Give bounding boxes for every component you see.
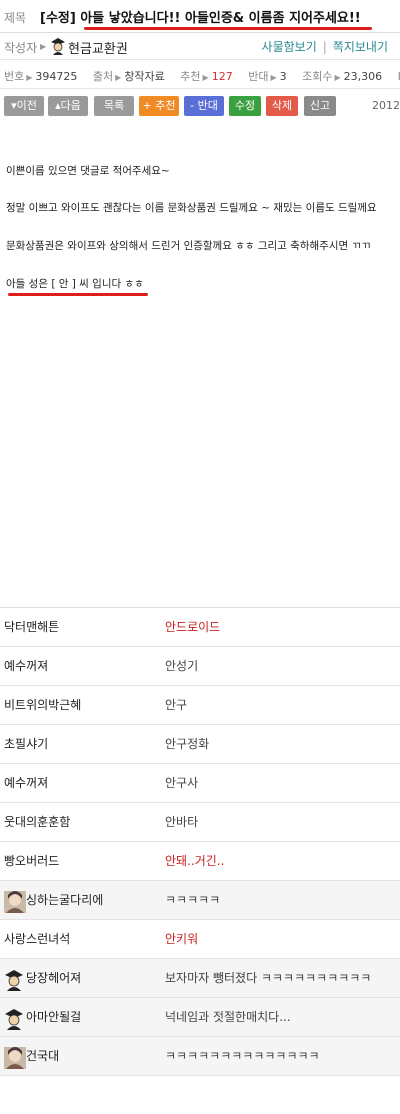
triangle-icon: ▶ [202, 73, 209, 82]
storage-link[interactable]: 사물함보기 [262, 40, 317, 54]
comment-author[interactable]: 비트위의박근혜 [4, 686, 81, 724]
comment-text: ㅋㅋㅋㅋㅋㅋㅋㅋㅋㅋㅋㅋㅋㅋ [165, 1049, 320, 1063]
author-row: 작성자 ▶ 현금교환권 사물함보기 | 쪽지보내기 [0, 33, 400, 60]
comment-author-name: 초필샤기 [4, 737, 49, 751]
comment-text: 안구정화 [165, 737, 210, 751]
comment-text: ㅋㅋㅋㅋㅋ [165, 893, 221, 907]
comment-author[interactable]: 웃대의훈훈함 [4, 803, 70, 841]
comment-row: 아마안될걸 넉네임과 젓절한매치다... [0, 998, 400, 1037]
comment-text: 안드로이드 [165, 620, 221, 634]
comment-text: 보자마자 뺑터졌다 ㅋㅋㅋㅋㅋㅋㅋㅋㅋㅋ [165, 971, 372, 985]
scholar-icon [50, 37, 66, 59]
recommend-label: 추천 [180, 70, 201, 83]
next-button[interactable]: ▴다음 [48, 96, 88, 116]
post-number: 394725 [35, 70, 78, 83]
comment-author-name: 예수꺼져 [4, 776, 49, 790]
recommend-button[interactable]: + 추천 [139, 96, 179, 116]
edit-button[interactable]: 수정 [229, 96, 261, 116]
comment-author[interactable]: 닥터맨해튼 [4, 608, 59, 646]
scholar-icon [4, 1007, 26, 1030]
views-count: 23,306 [343, 70, 383, 83]
comment-author-name: 예수꺼져 [4, 659, 49, 673]
comment-text: 넉네임과 젓절한매치다... [165, 1010, 291, 1024]
comment-author[interactable]: 싱하는굴다리에 [4, 881, 103, 919]
message-link[interactable]: 쪽지보내기 [333, 40, 388, 54]
title-label: 제목 [4, 11, 27, 25]
scholar-icon [4, 968, 26, 991]
number-label: 번호 [4, 70, 25, 83]
action-button-row: ▾이전 ▴다음 목록 + 추천 - 반대 수정 삭제 신고 2012- [0, 96, 400, 120]
link-separator: | [322, 40, 327, 54]
comment-author-name: 싱하는굴다리에 [26, 893, 104, 907]
oppose-button[interactable]: - 반대 [184, 96, 224, 116]
avatar [4, 890, 26, 913]
comment-row: 웃대의훈훈함 안바타 [0, 803, 400, 842]
comment-text: 안구 [165, 698, 188, 712]
triangle-icon: ▶ [270, 73, 277, 82]
triangle-icon: ▶ [40, 42, 47, 51]
comment-row: 초필샤기 안구정화 [0, 725, 400, 764]
comment-author-name: 건국대 [26, 1049, 60, 1063]
emphasis-underline-mark [8, 293, 148, 296]
triangle-icon: ▶ [334, 73, 341, 82]
comment-row: 비트위의박근혜 안구 [0, 686, 400, 725]
comment-text: 안바타 [165, 815, 199, 829]
recommend-count: 127 [211, 70, 233, 83]
comment-author-name: 아마안될걸 [26, 1010, 82, 1024]
comment-author-name: 비트위의박근혜 [4, 698, 82, 712]
author-name[interactable]: 현금교환권 [68, 38, 128, 57]
comment-author[interactable]: 초필샤기 [4, 725, 48, 763]
comment-author-name: 빵오버러드 [4, 854, 60, 868]
comment-author-name: 사랑스런녀석 [4, 932, 71, 946]
comment-author[interactable]: 사랑스런녀석 [4, 920, 70, 958]
comment-text: 안돼..거긴.. [165, 854, 225, 868]
comment-author-name: 닥터맨해튼 [4, 620, 60, 634]
body-paragraph: 아들 성은 [ 안 ] 씨 입니다 ㅎㅎ [6, 278, 144, 290]
source-value: 창작자료 [124, 70, 165, 83]
delete-button[interactable]: 삭제 [266, 96, 298, 116]
triangle-icon: ▶ [26, 73, 33, 82]
comment-row: 예수꺼져 안구사 [0, 764, 400, 803]
comment-text: 안성기 [165, 659, 199, 673]
prev-button[interactable]: ▾이전 [4, 96, 44, 116]
body-paragraph: 문화상품권은 와이프와 상의해서 드린거 인증할께요 ㅎㅎ 그리고 축하해주시면… [6, 240, 371, 252]
comment-row: 빵오버러드 안돼..거긴.. [0, 842, 400, 881]
views-label: 조회수 [302, 70, 333, 83]
author-label: 작성자 [4, 41, 38, 55]
comment-list: 닥터맨해튼 안드로이드 예수꺼져 안성기 비트위의박근혜 안구 초필샤기 안구정화 예수꺼져 안구… [0, 607, 400, 1076]
comment-text: 안구사 [165, 776, 199, 790]
comment-author-name: 당장헤어져 [26, 971, 82, 985]
comment-author[interactable]: 빵오버러드 [4, 842, 59, 880]
report-button[interactable]: 신고 [304, 96, 336, 116]
post-title: [수정] 아들 낳았습니다!! 아들인증& 이름좀 지어주세요!! [40, 11, 361, 26]
oppose-count: 3 [279, 70, 287, 83]
comment-author-name: 웃대의훈훈함 [4, 815, 71, 829]
title-underline-mark [84, 27, 372, 30]
body-paragraph: 이쁜이름 있으면 댓글로 적어주세요~ [6, 165, 170, 177]
comment-row: 건국대 ㅋㅋㅋㅋㅋㅋㅋㅋㅋㅋㅋㅋㅋㅋ [0, 1037, 400, 1076]
oppose-label: 반대 [248, 70, 269, 83]
comment-author[interactable]: 예수꺼져 [4, 647, 48, 685]
comment-row: 사랑스런녀석 안키워 [0, 920, 400, 959]
body-paragraph: 정말 이쁘고 와이프도 괜찮다는 이름 문화상품권 드릴께요 ~ 재밌는 이름도… [6, 202, 377, 214]
triangle-icon: ▶ [115, 73, 122, 82]
list-button[interactable]: 목록 [94, 96, 134, 116]
author-links: 사물함보기 | 쪽지보내기 [262, 38, 388, 55]
comment-row: 싱하는굴다리에 ㅋㅋㅋㅋㅋ [0, 881, 400, 920]
title-row: 제목 [수정] 아들 낳았습니다!! 아들인증& 이름좀 지어주세요!! [0, 0, 400, 33]
comment-author[interactable]: 건국대 [4, 1037, 59, 1075]
comment-author[interactable]: 아마안될걸 [4, 998, 81, 1036]
comment-author[interactable]: 예수꺼져 [4, 764, 48, 802]
comment-row: 닥터맨해튼 안드로이드 [0, 608, 400, 647]
source-label: 출처 [92, 70, 114, 83]
comment-row: 당장헤어져 보자마자 뺑터졌다 ㅋㅋㅋㅋㅋㅋㅋㅋㅋㅋ [0, 959, 400, 998]
comment-author[interactable]: 당장헤어져 [4, 959, 81, 997]
comment-row: 예수꺼져 안성기 [0, 647, 400, 686]
comment-text: 안키워 [165, 932, 199, 946]
meta-row: 번호 ▶ 394725 출처 ▶ 창작자료 추천 ▶ 127 반대 ▶ 3 조회수 ▶ 23,306… [0, 60, 400, 89]
avatar [4, 1046, 26, 1069]
post-date: 2012- [372, 99, 400, 112]
